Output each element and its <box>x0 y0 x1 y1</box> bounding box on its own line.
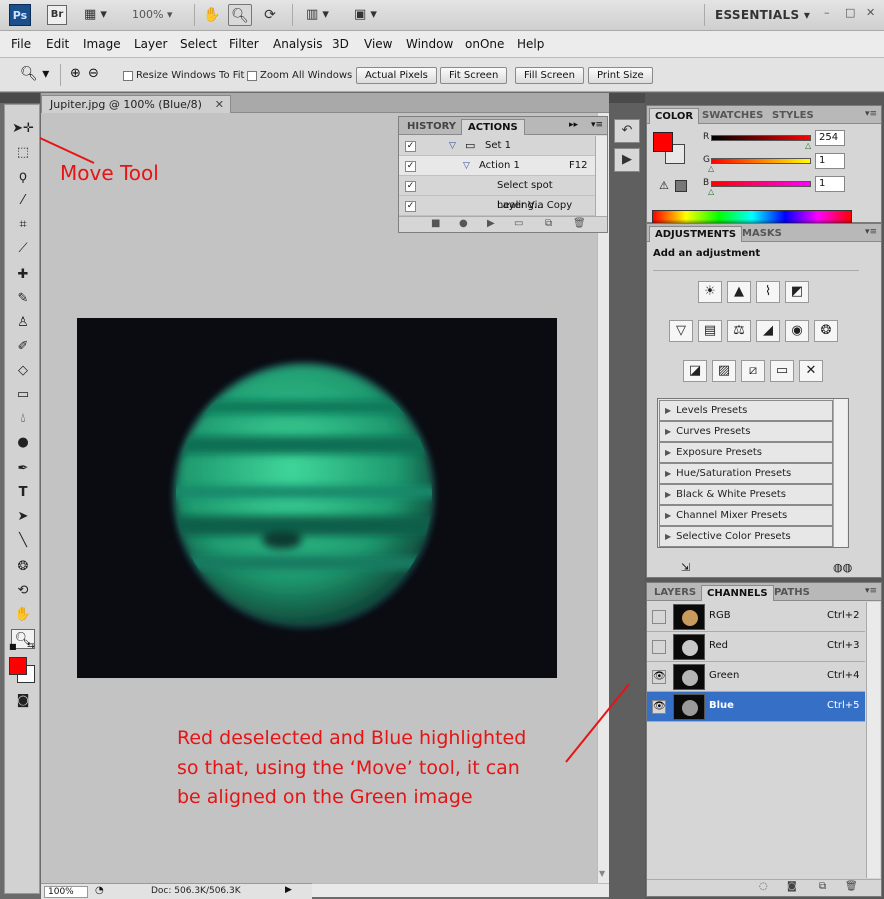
channels-arrow-line <box>565 683 630 763</box>
annotation-line-1: Red deselected and Blue highlighted <box>177 727 527 749</box>
annotation-line-2: so that, using the ‘Move’ tool, it can <box>177 757 520 779</box>
annotation-move-tool: Move Tool <box>60 161 159 185</box>
foreground-color-swatch[interactable] <box>9 657 27 675</box>
move-tool-arrow-line <box>39 137 95 164</box>
foreground-color-swatch[interactable] <box>653 132 673 152</box>
annotation-line-3: be aligned on the Green image <box>177 786 473 808</box>
